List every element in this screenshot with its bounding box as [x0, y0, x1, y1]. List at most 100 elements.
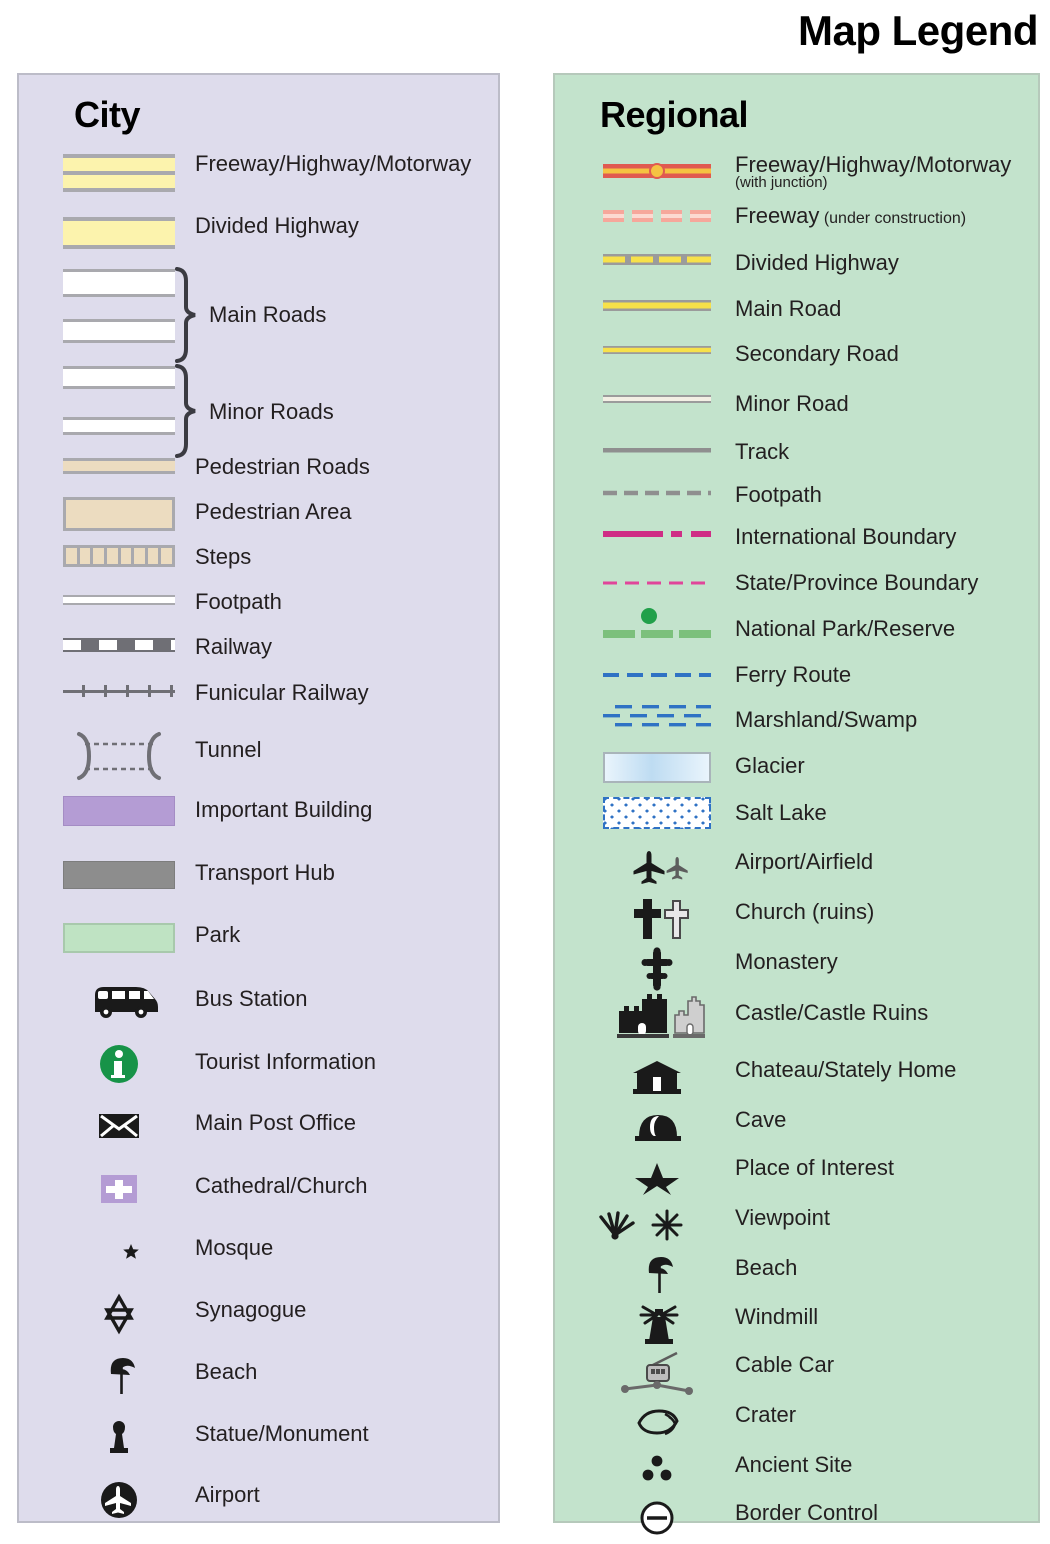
- regional-item-label-0: Freeway/Highway/Motorway (with junction): [735, 153, 1011, 191]
- city-item-label-20: Beach: [195, 1359, 258, 1384]
- city-legend-panel: City Freeway/Highway/Motorway Divided Hi…: [17, 73, 500, 1523]
- symbol-track: [603, 442, 711, 460]
- symbol-funicular-railway: [63, 685, 175, 697]
- regional-item-label-2: Divided Highway: [735, 250, 899, 275]
- regional-item-label-3: Main Road: [735, 296, 842, 321]
- city-item-label-19: Synagogue: [195, 1297, 307, 1322]
- chateau-icon: [603, 1057, 711, 1102]
- symbol-minor-roads-white-pair: [63, 366, 175, 435]
- regional-item-label-1: Freeway (under construction): [735, 204, 966, 228]
- regional-item-0-sub: (with junction): [735, 174, 828, 192]
- city-item-label-18: Mosque: [195, 1235, 274, 1260]
- symbol-park: [63, 923, 175, 953]
- regional-item-label-27: Ancient Site: [735, 1452, 853, 1477]
- regional-item-1-note: (under construction): [823, 210, 967, 227]
- church-ruins-crosses-icon: [603, 897, 711, 946]
- symbol-international-boundary: [603, 527, 711, 545]
- windmill-icon: [603, 1301, 711, 1354]
- symbol-minor-road-regional: [603, 392, 711, 410]
- symbol-pedestrian-area: [63, 497, 175, 531]
- regional-panel-heading: Regional: [600, 94, 749, 135]
- symbol-main-roads-white-pair: [63, 269, 175, 343]
- symbol-important-building: [63, 796, 175, 826]
- city-item-label-22: Airport: [195, 1482, 260, 1507]
- ancient-site-dots-icon: [603, 1449, 711, 1494]
- city-item-label-6: Steps: [195, 544, 252, 569]
- symbol-secondary-road: [603, 343, 711, 362]
- regional-item-label-12: Marshland/Swamp: [735, 707, 918, 732]
- city-item-label-8: Railway: [195, 634, 273, 659]
- airport-circle-plane-icon: [63, 1477, 175, 1523]
- regional-item-label-15: Airport/Airfield: [735, 849, 874, 874]
- regional-item-label-18: Castle/Castle Ruins: [735, 1000, 929, 1025]
- city-item-label-2: Main Roads: [209, 302, 327, 327]
- cave-icon: [603, 1107, 711, 1152]
- symbol-national-park: [603, 605, 711, 648]
- page-title: Map Legend: [797, 7, 1039, 54]
- symbol-freeway-under-construction: [603, 206, 711, 231]
- star-icon: [603, 1157, 711, 1202]
- city-item-label-4: Pedestrian Roads: [195, 454, 370, 479]
- monastery-cross-icon: [603, 947, 711, 996]
- city-item-label-15: Tourist Information: [195, 1049, 376, 1074]
- regional-item-label-7: Footpath: [735, 482, 822, 507]
- symbol-transport-hub: [63, 861, 175, 889]
- symbol-divided-highway-yellow: [63, 217, 175, 249]
- regional-item-label-14: Salt Lake: [735, 800, 827, 825]
- regional-item-label-5: Minor Road: [735, 391, 849, 416]
- minor-roads-brace: [175, 364, 196, 459]
- regional-legend-panel: Regional Freeway/Highway/Motorway (with …: [553, 73, 1040, 1535]
- tourist-information-icon: [63, 1040, 175, 1088]
- city-item-label-17: Cathedral/Church: [195, 1173, 368, 1198]
- symbol-pedestrian-road: [63, 458, 175, 474]
- city-item-label-14: Bus Station: [195, 986, 308, 1011]
- symbol-ferry-route: [603, 667, 711, 685]
- mosque-crescent-icon: [63, 1230, 175, 1272]
- regional-item-label-21: Place of Interest: [735, 1155, 894, 1180]
- city-item-label-21: Statue/Monument: [195, 1421, 369, 1446]
- symbol-footpath-regional: [603, 485, 711, 503]
- viewpoint-burst-icon: [585, 1205, 693, 1252]
- regional-item-label-28: Border Control: [735, 1500, 879, 1525]
- regional-item-label-22: Viewpoint: [735, 1205, 830, 1230]
- regional-item-1-main: Freeway: [735, 203, 820, 228]
- envelope-icon: [63, 1107, 175, 1145]
- city-item-label-10: Tunnel: [195, 737, 262, 762]
- city-item-label-9: Funicular Railway: [195, 680, 369, 705]
- bus-icon: [63, 982, 175, 1022]
- beach-parasol-icon-regional: [603, 1253, 711, 1302]
- city-item-label-7: Footpath: [195, 589, 282, 614]
- statue-monument-icon: [63, 1416, 175, 1460]
- symbol-state-boundary: [603, 575, 711, 593]
- symbol-tunnel: [63, 730, 175, 787]
- city-item-label-1: Divided Highway: [195, 213, 359, 238]
- border-control-icon: [603, 1497, 711, 1544]
- regional-item-label-19: Chateau/Stately Home: [735, 1057, 957, 1082]
- synagogue-star-icon: [63, 1293, 175, 1335]
- regional-item-label-13: Glacier: [735, 753, 805, 778]
- regional-item-label-17: Monastery: [735, 949, 838, 974]
- regional-item-label-6: Track: [735, 439, 790, 464]
- castle-ruins-icon: [603, 993, 711, 1046]
- symbol-footpath-city: [63, 595, 175, 605]
- regional-item-label-24: Windmill: [735, 1304, 819, 1329]
- regional-item-label-10: National Park/Reserve: [735, 616, 956, 641]
- city-item-label-5: Pedestrian Area: [195, 499, 352, 524]
- regional-item-label-26: Crater: [735, 1402, 797, 1427]
- regional-item-label-20: Cave: [735, 1107, 787, 1132]
- symbol-railway: [63, 638, 175, 652]
- symbol-glacier: [603, 752, 711, 783]
- symbol-freeway-junction: [603, 159, 711, 188]
- regional-item-label-16: Church (ruins): [735, 899, 875, 924]
- symbol-divided-highway-regional: [603, 250, 711, 273]
- city-item-label-11: Important Building: [195, 797, 373, 822]
- city-item-label-0: Freeway/Highway/Motorway: [195, 151, 472, 176]
- city-item-label-16: Main Post Office: [195, 1110, 356, 1135]
- symbol-freeway-double-yellow: [63, 154, 175, 192]
- airport-airfield-planes-icon: [603, 845, 711, 892]
- city-panel-heading: City: [74, 94, 141, 135]
- symbol-steps: [63, 545, 175, 567]
- main-roads-brace: [175, 267, 196, 363]
- regional-item-label-11: Ferry Route: [735, 662, 852, 687]
- regional-item-label-9: State/Province Boundary: [735, 570, 979, 595]
